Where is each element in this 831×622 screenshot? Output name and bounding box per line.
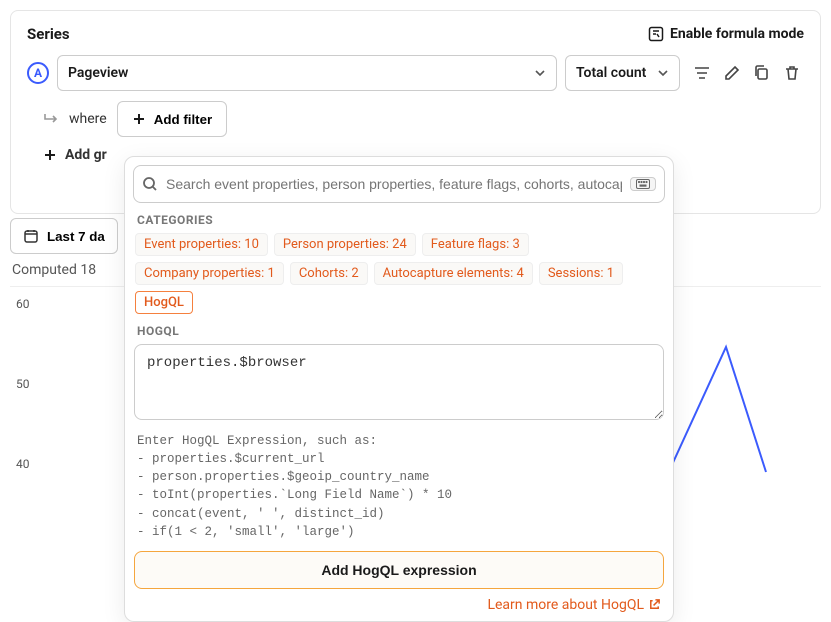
- series-actions: [692, 63, 802, 83]
- add-filter-button[interactable]: Add filter: [117, 101, 228, 137]
- formula-label: Enable formula mode: [670, 26, 804, 42]
- date-range-button[interactable]: Last 7 da: [10, 218, 118, 254]
- chip-hogql[interactable]: HogQL: [135, 291, 193, 314]
- property-picker-popover: CATEGORIES Event properties: 10 Person p…: [124, 156, 674, 622]
- hogql-textarea[interactable]: [134, 344, 664, 420]
- search-input[interactable]: [166, 176, 622, 192]
- where-arrow-icon: [43, 112, 59, 126]
- learn-more-label: Learn more about HogQL: [487, 597, 644, 613]
- panel-header: Series Enable formula mode: [27, 25, 804, 43]
- categories-label: CATEGORIES: [137, 213, 661, 227]
- series-badge: A: [27, 62, 49, 84]
- copy-icon-button[interactable]: [752, 63, 772, 83]
- chip-autocapture[interactable]: Autocapture elements: 4: [374, 262, 533, 285]
- panel-title: Series: [27, 25, 70, 43]
- chevron-down-icon: [657, 67, 669, 79]
- external-link-icon: [648, 598, 661, 611]
- chip-person-properties[interactable]: Person properties: 24: [274, 233, 416, 256]
- chip-company-properties[interactable]: Company properties: 1: [135, 262, 284, 285]
- y-tick-40: 40: [16, 457, 30, 471]
- chart-line-peak: [671, 307, 781, 477]
- filter-icon: [693, 64, 711, 82]
- pencil-icon: [723, 64, 741, 82]
- edit-icon-button[interactable]: [722, 63, 742, 83]
- aggregate-select[interactable]: Total count: [565, 55, 680, 91]
- plus-icon: [43, 148, 57, 162]
- series-row: A Pageview Total count: [27, 55, 804, 91]
- date-range-label: Last 7 da: [47, 229, 105, 244]
- where-label: where: [69, 111, 107, 127]
- event-select[interactable]: Pageview: [57, 55, 557, 91]
- filter-icon-button[interactable]: [692, 63, 712, 83]
- where-row: where Add filter: [43, 101, 804, 137]
- keyboard-icon: [630, 177, 656, 191]
- add-hogql-button[interactable]: Add HogQL expression: [134, 551, 664, 589]
- chip-feature-flags[interactable]: Feature flags: 3: [422, 233, 529, 256]
- plus-icon: [132, 112, 146, 126]
- aggregate-label: Total count: [576, 65, 646, 81]
- add-filter-label: Add filter: [154, 112, 213, 127]
- event-select-label: Pageview: [68, 65, 128, 81]
- search-icon: [142, 176, 158, 192]
- chevron-down-icon: [534, 67, 546, 79]
- chip-cohorts[interactable]: Cohorts: 2: [290, 262, 368, 285]
- category-chips: Event properties: 10 Person properties: …: [135, 233, 663, 314]
- hogql-label: HOGQL: [137, 324, 661, 338]
- chip-event-properties[interactable]: Event properties: 10: [135, 233, 268, 256]
- calendar-icon: [23, 228, 39, 244]
- add-group-label: Add gr: [65, 147, 107, 163]
- hogql-hint: Enter HogQL Expression, such as: - prope…: [137, 432, 661, 541]
- chip-sessions[interactable]: Sessions: 1: [539, 262, 623, 285]
- y-tick-50: 50: [16, 377, 30, 391]
- copy-icon: [753, 64, 771, 82]
- trash-icon: [783, 64, 801, 82]
- y-tick-60: 60: [16, 297, 30, 311]
- search-wrap: [133, 165, 665, 203]
- formula-icon: [648, 26, 664, 42]
- learn-more-link[interactable]: Learn more about HogQL: [487, 597, 661, 613]
- enable-formula-button[interactable]: Enable formula mode: [648, 26, 804, 42]
- delete-icon-button[interactable]: [782, 63, 802, 83]
